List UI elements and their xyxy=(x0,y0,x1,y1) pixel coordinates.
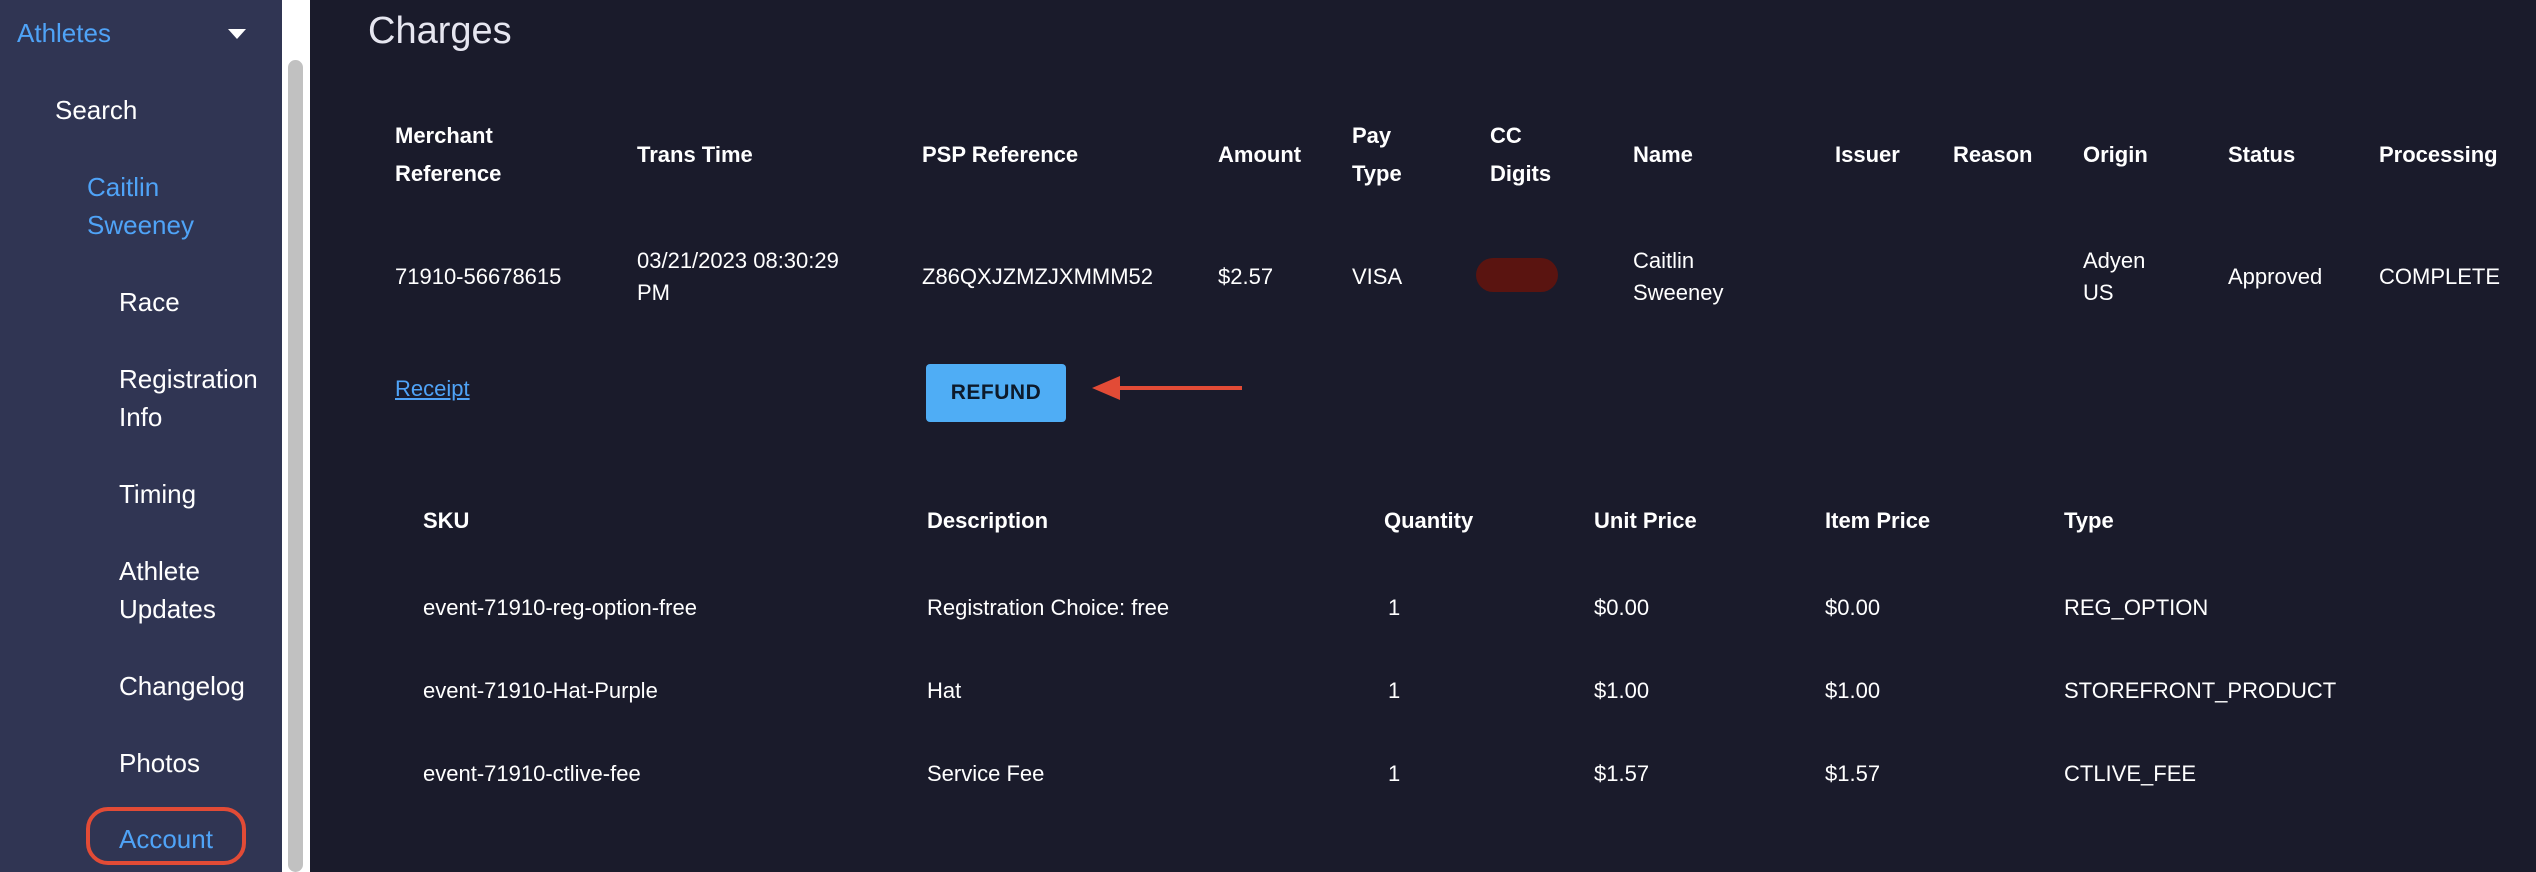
page-title: Charges xyxy=(368,10,512,52)
cell-type: STOREFRONT_PRODUCT xyxy=(2064,678,2337,703)
cell-unit-price: $1.00 xyxy=(1594,678,1650,703)
arrow-left-icon xyxy=(1092,376,1242,400)
col-amount: Amount xyxy=(1218,142,1302,167)
refund-button[interactable]: REFUND xyxy=(926,364,1066,422)
col-reason: Reason xyxy=(1953,142,2033,167)
sidebar-item-timing[interactable]: Timing xyxy=(119,475,196,513)
cc-digits-redacted xyxy=(1476,258,1558,292)
cell-quantity: 1 xyxy=(1388,761,1401,786)
col-type: Type xyxy=(2064,508,2114,533)
sidebar-section-athletes[interactable]: Athletes xyxy=(17,14,111,52)
sidebar-item-search[interactable]: Search xyxy=(55,91,137,129)
cell-item-price: $0.00 xyxy=(1825,595,1881,620)
cell-amount: $2.57 xyxy=(1218,264,1274,289)
sidebar-item-registration-info[interactable]: Registration Info xyxy=(119,360,279,436)
col-name: Name xyxy=(1633,142,1693,167)
cell-quantity: 1 xyxy=(1388,595,1401,620)
cell-psp-reference: Z86QXJZMZJXMMM52 xyxy=(922,264,1154,289)
cell-type: CTLIVE_FEE xyxy=(2064,761,2197,786)
sidebar-item-race[interactable]: Race xyxy=(119,283,180,321)
cell-pay-type: VISA xyxy=(1352,264,1403,289)
cell-trans-time: 03/21/2023 08:30:29 PM xyxy=(637,248,839,305)
col-trans-time: Trans Time xyxy=(637,142,753,167)
cell-name: Caitlin Sweeney xyxy=(1633,248,1724,305)
sidebar-item-photos[interactable]: Photos xyxy=(119,744,200,782)
col-unit-price: Unit Price xyxy=(1594,508,1697,533)
col-processing: Processing xyxy=(2379,142,2498,167)
cell-quantity: 1 xyxy=(1388,678,1401,703)
cell-item-price: $1.00 xyxy=(1825,678,1881,703)
col-issuer: Issuer xyxy=(1835,142,1900,167)
col-cc-digits: CC Digits xyxy=(1490,123,1552,186)
cell-item-price: $1.57 xyxy=(1825,761,1881,786)
cell-unit-price: $1.57 xyxy=(1594,761,1650,786)
main-content: Charges Merchant Reference Trans Time PS… xyxy=(310,0,2536,872)
cell-sku: event-71910-Hat-Purple xyxy=(423,678,658,703)
sidebar-item-changelog[interactable]: Changelog xyxy=(119,667,245,705)
cell-origin: Adyen US xyxy=(2083,248,2146,305)
cell-description: Hat xyxy=(927,678,962,703)
col-status: Status xyxy=(2228,142,2296,167)
scrollbar-thumb[interactable] xyxy=(288,60,303,872)
cell-processing: COMPLETE xyxy=(2379,264,2501,289)
cell-unit-price: $0.00 xyxy=(1594,595,1650,620)
col-quantity: Quantity xyxy=(1384,508,1474,533)
col-merchant-reference: Merchant Reference xyxy=(395,123,502,186)
receipt-link[interactable]: Receipt xyxy=(395,376,470,402)
col-origin: Origin xyxy=(2083,142,2148,167)
cell-description: Service Fee xyxy=(927,761,1045,786)
chevron-down-icon[interactable] xyxy=(228,29,246,39)
highlight-ring xyxy=(86,807,246,865)
cell-sku: event-71910-ctlive-fee xyxy=(423,761,641,786)
sidebar-item-athlete-updates[interactable]: Athlete Updates xyxy=(119,552,259,628)
cell-merchant-reference: 71910-56678615 xyxy=(395,264,562,289)
cell-description: Registration Choice: free xyxy=(927,595,1170,620)
cell-status: Approved xyxy=(2228,264,2323,289)
cell-type: REG_OPTION xyxy=(2064,595,2209,620)
sidebar-item-athlete[interactable]: Caitlin Sweeney xyxy=(87,168,227,244)
cell-sku: event-71910-reg-option-free xyxy=(423,595,697,620)
col-item-price: Item Price xyxy=(1825,508,1931,533)
col-pay-type: Pay Type xyxy=(1352,123,1402,186)
sidebar: Athletes Search Caitlin Sweeney Race Reg… xyxy=(0,0,282,872)
col-description: Description xyxy=(927,508,1049,533)
col-sku: SKU xyxy=(423,508,470,533)
col-psp-reference: PSP Reference xyxy=(922,142,1079,167)
